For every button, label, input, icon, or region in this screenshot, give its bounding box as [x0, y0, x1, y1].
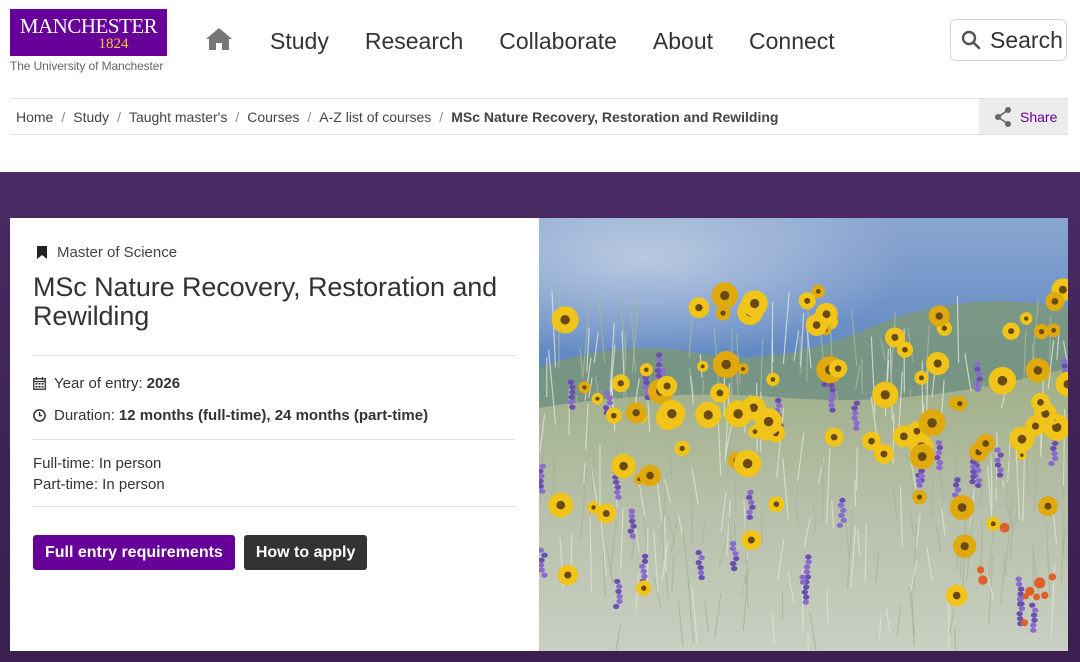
- logo-mark: MANCHESTER 1824: [10, 9, 167, 56]
- breadcrumb-bar: Home / Study / Taught master's / Courses…: [10, 98, 1068, 135]
- search-label: Search: [990, 26, 1063, 53]
- home-icon[interactable]: [205, 26, 233, 52]
- clock-icon: [33, 408, 46, 422]
- nav-item-research[interactable]: Research: [347, 26, 481, 56]
- course-type: Master of Science: [57, 243, 178, 261]
- nav-item-about[interactable]: About: [635, 26, 731, 56]
- breadcrumb-current: MSc Nature Recovery, Restoration and Rew…: [451, 108, 779, 125]
- divider: [33, 506, 515, 507]
- breadcrumb-home[interactable]: Home: [16, 109, 53, 125]
- how-to-apply-button[interactable]: How to apply: [243, 535, 368, 570]
- search-icon: [961, 30, 981, 50]
- entry-requirements-button[interactable]: Full entry requirements: [33, 535, 235, 570]
- nav-item-connect[interactable]: Connect: [731, 26, 853, 56]
- share-icon: [995, 106, 1011, 127]
- logo-subtitle: The University of Manchester: [10, 59, 164, 73]
- course-type-row: Master of Science: [33, 242, 516, 262]
- course-hero-image: [539, 218, 1068, 651]
- page-title: MSc Nature Recovery, Restoration and Rew…: [33, 272, 498, 331]
- attendance-modes: Full-time: In person Part-time: In perso…: [33, 453, 516, 495]
- divider: [33, 439, 515, 440]
- breadcrumb-courses[interactable]: Courses: [247, 109, 299, 125]
- breadcrumb-separator: /: [117, 108, 121, 125]
- breadcrumb-separator: /: [439, 108, 444, 125]
- parttime-mode: Part-time: In person: [33, 476, 165, 493]
- fulltime-mode: Full-time: In person: [33, 455, 162, 472]
- logo-year: 1824: [98, 36, 129, 52]
- breadcrumb-separator: /: [307, 108, 312, 125]
- breadcrumb: Home / Study / Taught master's / Courses…: [16, 99, 778, 134]
- breadcrumb-separator: /: [61, 108, 66, 125]
- nav-item-study[interactable]: Study: [252, 26, 347, 56]
- year-value: 2026: [146, 374, 181, 392]
- course-hero: Master of Science MSc Nature Recovery, R…: [0, 172, 1080, 662]
- duration: Duration: 12 months (full-time), 24 mont…: [33, 405, 516, 425]
- year-label: Year of entry:: [54, 374, 143, 392]
- bookmark-icon: [37, 245, 47, 259]
- year-of-entry: Year of entry: 2026: [33, 373, 516, 393]
- breadcrumb-study[interactable]: Study: [73, 109, 109, 125]
- wildflower-meadow-photo: [539, 218, 1068, 651]
- duration-value: 12 months (full-time), 24 months (part-t…: [118, 406, 429, 424]
- main-nav: Study Research Collaborate About Connect: [252, 26, 853, 56]
- share-button[interactable]: Share: [979, 99, 1068, 134]
- university-logo[interactable]: MANCHESTER 1824 The University of Manche…: [10, 9, 167, 73]
- duration-label: Duration:: [54, 406, 115, 424]
- breadcrumb-separator: /: [235, 108, 240, 125]
- share-label: Share: [1020, 108, 1058, 125]
- breadcrumb-taught-masters[interactable]: Taught master's: [129, 109, 227, 125]
- breadcrumb-az-list[interactable]: A-Z list of courses: [319, 109, 431, 125]
- nav-item-collaborate[interactable]: Collaborate: [481, 26, 635, 56]
- action-buttons: Full entry requirements How to apply: [33, 535, 516, 570]
- search-button[interactable]: Search: [950, 19, 1067, 61]
- calendar-icon: [33, 376, 46, 390]
- site-header: MANCHESTER 1824 The University of Manche…: [0, 0, 1080, 90]
- course-summary-card: Master of Science MSc Nature Recovery, R…: [10, 218, 539, 651]
- divider: [33, 355, 515, 356]
- logo-wordmark: MANCHESTER: [19, 14, 158, 38]
